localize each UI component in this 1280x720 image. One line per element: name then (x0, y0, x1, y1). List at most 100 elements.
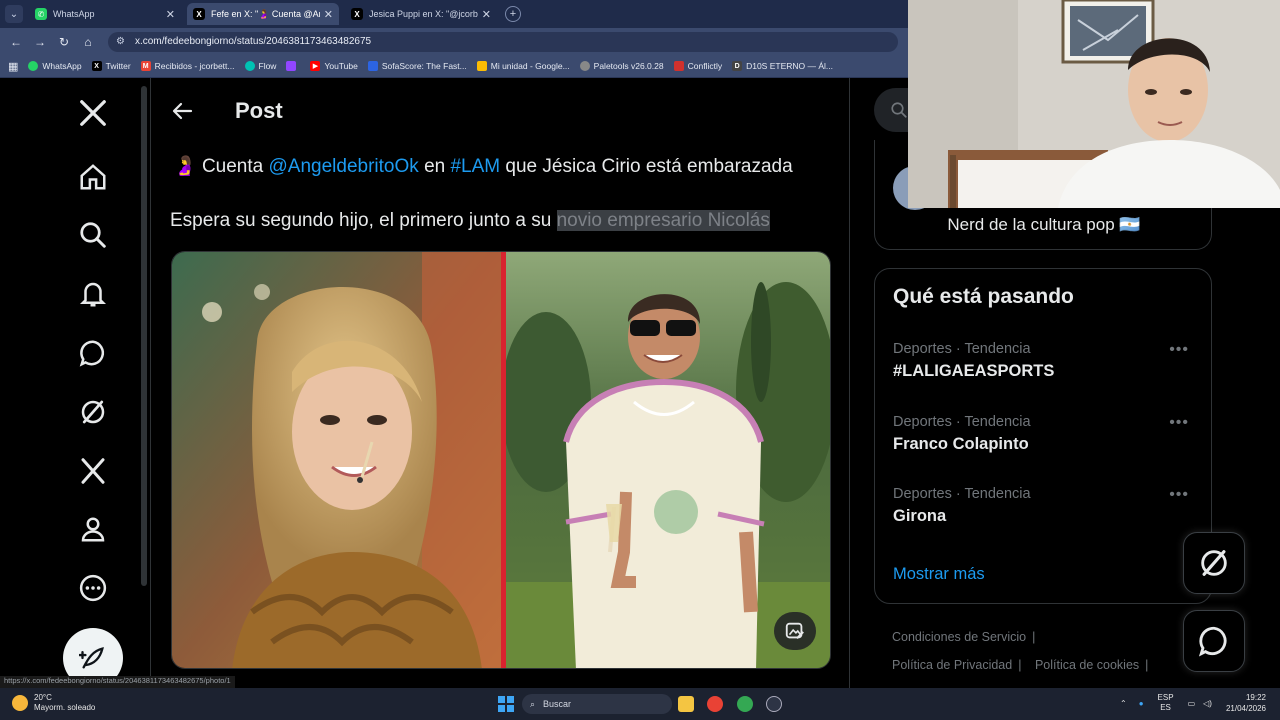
bookmark-label: Conflictly (687, 61, 723, 71)
network-icon[interactable]: ▭ (1188, 699, 1196, 708)
windows-start-icon[interactable] (498, 696, 514, 712)
webcam-overlay (908, 0, 1280, 208)
d10s-icon: D (732, 61, 743, 71)
chrome-icon[interactable] (707, 696, 723, 712)
tweet-text-line-2: Espera su segundo hijo, el primero junto… (170, 210, 770, 232)
search-icon[interactable] (76, 218, 110, 252)
apps-grid-icon[interactable]: ▦ (8, 60, 18, 73)
trend-item[interactable]: Deportes · Tendencia Franco Colapinto ••… (893, 414, 1203, 474)
tab-title: Jesica Puppi en X: "@jcorbetta (369, 9, 478, 19)
tweet-media[interactable] (171, 251, 831, 669)
bookmark-sofascore[interactable]: SofaScore: The Fast... (367, 61, 467, 71)
more-options-icon[interactable]: ••• (1169, 486, 1189, 504)
taskbar-search-label: Buscar (543, 699, 572, 709)
grok-icon (1201, 550, 1227, 576)
tweet-text: en (424, 156, 446, 177)
premium-x-icon[interactable] (76, 454, 110, 488)
footer-links: Condiciones de Servicio | Política de Pri… (892, 630, 1222, 686)
home-icon[interactable] (76, 160, 110, 194)
tab-jesica-puppi[interactable]: X Jesica Puppi en X: "@jcorbetta ✕ (345, 3, 497, 25)
close-tab-icon[interactable]: ✕ (166, 8, 175, 21)
privacy-link[interactable]: Política de Privacidad (892, 658, 1012, 672)
bookmark-label: Recibidos - jcorbett... (154, 61, 235, 71)
back-icon[interactable]: ← (4, 35, 28, 49)
separator: | (1145, 658, 1149, 672)
more-options-icon[interactable]: ••• (1169, 414, 1189, 432)
more-options-icon[interactable]: ••• (1169, 341, 1189, 359)
x-logo-icon[interactable] (76, 96, 110, 130)
grok-float-button[interactable] (1183, 532, 1245, 594)
selected-text: novio empresario Nicolás (556, 210, 770, 231)
date: 21/04/2026 (1225, 704, 1266, 713)
close-tab-icon[interactable]: ✕ (324, 8, 333, 21)
bookmark-youtube[interactable]: ▶ YouTube (310, 61, 358, 71)
app-icon[interactable] (766, 696, 782, 712)
tray-chevron-icon[interactable]: ⌃ (1120, 699, 1127, 708)
language-indicator[interactable]: ESP ES (1158, 693, 1174, 713)
page-scrollbar[interactable] (141, 86, 147, 586)
tweet-text: que Jésica Cirio está embarazada (505, 156, 793, 177)
bookmark-whatsapp[interactable]: WhatsApp (28, 61, 82, 71)
trend-meta: Deportes · Tendencia (893, 486, 1031, 502)
messages-float-button[interactable] (1183, 610, 1245, 672)
bookmark-gmail[interactable]: M Recibidos - jcorbett... (140, 61, 235, 71)
microphone-icon[interactable]: ● (1139, 699, 1144, 708)
chrome-profile-icon[interactable] (737, 696, 753, 712)
alt-text-button[interactable] (774, 612, 816, 650)
tab-search-icon[interactable]: ⌄ (5, 5, 23, 23)
taskbar-search[interactable]: ⌕ Buscar (522, 694, 672, 714)
messages-icon[interactable] (76, 336, 110, 370)
trends-title: Qué está pasando (893, 285, 1074, 308)
status-url: https://x.com/fedeebongiorno/status/2046… (0, 676, 235, 688)
site-settings-icon[interactable]: ⚙ (116, 36, 125, 47)
notifications-bell-icon[interactable] (76, 277, 110, 311)
bookmark-conflictly[interactable]: Conflictly (673, 61, 723, 71)
cookies-link[interactable]: Política de cookies (1035, 658, 1139, 672)
trends-panel: Qué está pasando Deportes · Tendencia #L… (874, 268, 1212, 604)
close-tab-icon[interactable]: ✕ (482, 8, 491, 21)
file-explorer-icon[interactable] (678, 696, 694, 712)
trend-name: Girona (893, 507, 947, 525)
x-logo-icon: X (351, 8, 363, 20)
mention-link[interactable]: @AngeldebritoOk (269, 156, 419, 177)
bookmark-paletools[interactable]: Paletools v26.0.28 (579, 61, 664, 71)
search-icon: ⌕ (530, 698, 536, 709)
x-logo-icon: X (91, 61, 102, 71)
weather-widget[interactable]: 20°C Mayorm. soleado (12, 693, 95, 713)
clock[interactable]: 19:22 21/04/2026 (1226, 692, 1266, 714)
whatsapp-icon: ✆ (35, 8, 47, 20)
separator: | (1032, 630, 1036, 644)
time: 19:22 (1245, 693, 1266, 702)
show-more-link[interactable]: Mostrar más (893, 565, 985, 584)
new-tab-button[interactable]: + (505, 6, 521, 22)
tab-whatsapp[interactable]: ✆ WhatsApp ✕ (29, 3, 181, 25)
terms-link[interactable]: Condiciones de Servicio (892, 630, 1026, 644)
taskbar: 20°C Mayorm. soleado ⌕ Buscar ⌃ ● ESP ES… (0, 688, 1280, 720)
drive-icon (476, 61, 487, 71)
woman-photo[interactable] (172, 252, 502, 669)
trend-item[interactable]: Deportes · Tendencia #LALIGAEASPORTS ••• (893, 341, 1203, 401)
more-options-icon[interactable] (76, 571, 110, 605)
tab-post-active[interactable]: X Fefe en X: "🤰 Cuenta @Angelde ✕ (187, 3, 339, 25)
bookmark-drive[interactable]: Mi unidad - Google... (476, 61, 570, 71)
profile-icon[interactable] (76, 512, 110, 546)
image-edit-icon (785, 622, 804, 640)
forward-icon[interactable]: → (28, 35, 52, 49)
bookmark-d10s[interactable]: D D10S ETERNO — Ál... (732, 61, 833, 71)
reload-icon[interactable]: ↻ (52, 35, 76, 49)
trend-item[interactable]: Deportes · Tendencia Girona ••• (893, 486, 1203, 546)
grok-icon[interactable] (76, 395, 110, 429)
temperature: 20°C (34, 693, 52, 702)
home-icon[interactable]: ⌂ (76, 35, 100, 49)
bookmark-twitter[interactable]: X Twitter (91, 61, 131, 71)
bookmark-twitch[interactable] (286, 61, 300, 71)
lang-bottom: ES (1160, 703, 1171, 712)
hashtag-link[interactable]: #LAM (450, 156, 500, 177)
gmail-icon: M (140, 61, 151, 71)
profile-bio: Nerd de la cultura pop 🇦🇷 (947, 215, 1141, 234)
bookmark-flow[interactable]: Flow (244, 61, 276, 71)
volume-icon[interactable]: ◁) (1203, 699, 1212, 708)
man-photo[interactable] (506, 252, 831, 669)
back-arrow-icon[interactable] (171, 99, 195, 123)
url-bar[interactable]: ⚙ x.com/fedeebongiorno/status/2046381173… (108, 31, 898, 52)
